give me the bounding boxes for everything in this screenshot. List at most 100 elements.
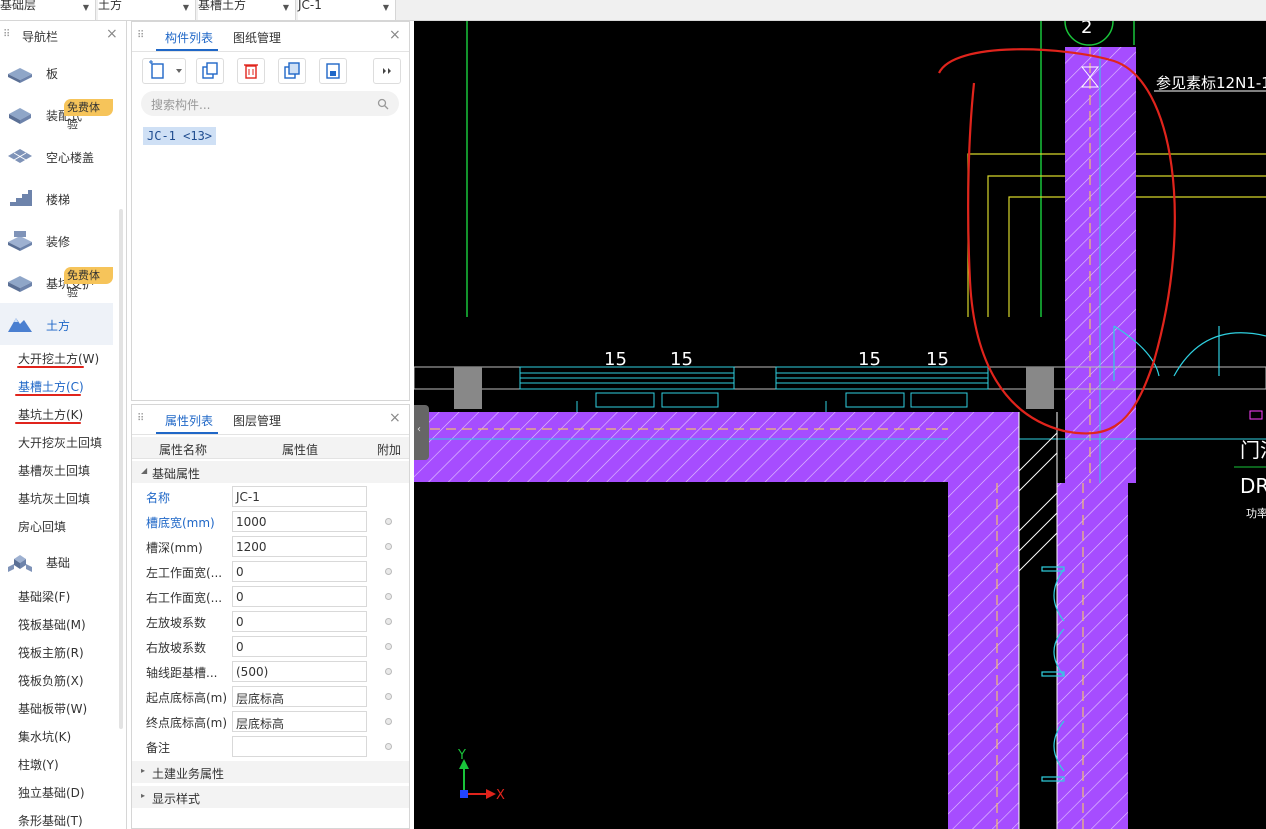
property-name: 备注	[146, 741, 171, 755]
nav-item-earthwork[interactable]: 土方	[0, 303, 113, 345]
component-item[interactable]: JC-1 <13>	[143, 127, 217, 145]
extra-checkbox[interactable]	[385, 618, 392, 625]
tab-property-list[interactable]: 属性列表	[165, 412, 213, 429]
copy-icon	[202, 62, 218, 79]
new-component-button[interactable]	[142, 58, 186, 84]
property-value-input[interactable]: JC-1	[232, 486, 367, 507]
floor-dropdown[interactable]: 基础层 ▼	[0, 0, 96, 20]
small-label: 功率	[1246, 506, 1266, 520]
property-value-input[interactable]: 0	[232, 561, 367, 582]
duplicate-layer-button[interactable]	[278, 58, 306, 84]
extra-checkbox[interactable]	[385, 593, 392, 600]
property-value-input[interactable]: 0	[232, 586, 367, 607]
trash-icon	[244, 64, 258, 79]
nav-scrollbar[interactable]	[119, 209, 123, 729]
component-dropdown[interactable]: JC-1 ▼	[298, 0, 396, 20]
sub-item-raft-foundation[interactable]: 筏板基础(M)	[18, 616, 86, 633]
property-name: 终点底标高(m)	[146, 716, 228, 730]
search-placeholder: 搜索构件...	[151, 98, 211, 112]
extra-checkbox[interactable]	[385, 693, 392, 700]
extra-checkbox[interactable]	[385, 518, 392, 525]
col-header-extra: 附加	[377, 443, 402, 457]
nav-item-decoration[interactable]: 装修	[0, 219, 113, 261]
extra-checkbox[interactable]	[385, 643, 392, 650]
drag-handle-icon[interactable]: ⠿	[3, 29, 10, 40]
extra-checkbox[interactable]	[385, 668, 392, 675]
nav-item-hollow-floor[interactable]: 空心楼盖	[0, 135, 113, 177]
prefab-icon	[9, 108, 31, 124]
extra-checkbox[interactable]	[385, 718, 392, 725]
delete-component-button[interactable]	[237, 58, 265, 84]
property-value-input[interactable]: 0	[232, 611, 367, 632]
property-name: 左放坡系数	[146, 616, 207, 630]
property-value-input[interactable]: (500)	[232, 661, 367, 682]
sub-item-open-backfill[interactable]: 大开挖灰土回填	[18, 434, 102, 451]
top-toolbar: 基础层 ▼ 土方 ▼ 基槽土方 ▼ JC-1 ▼	[0, 0, 1266, 21]
nav-item-stairs[interactable]: 楼梯	[0, 177, 113, 219]
sub-item-sump-pit[interactable]: 集水坑(K)	[18, 728, 71, 745]
nav-item-pit-support[interactable]: 基坑支护 免费体验	[0, 261, 113, 303]
property-value-input[interactable]: 层底标高	[232, 711, 367, 732]
category-dropdown[interactable]: 土方 ▼	[98, 0, 196, 20]
sub-item-trench-backfill[interactable]: 基槽灰土回填	[18, 462, 90, 479]
sub-item-pit-earthwork[interactable]: 基坑土方(K)	[18, 406, 83, 423]
extra-checkbox[interactable]	[385, 568, 392, 575]
sub-item-open-excavation[interactable]: 大开挖土方(W)	[18, 350, 99, 367]
sub-item-raft-main-rebar[interactable]: 筏板主筋(R)	[18, 644, 84, 661]
tab-component-list[interactable]: 构件列表	[165, 29, 213, 46]
sub-item-isolated-footing[interactable]: 独立基础(D)	[18, 784, 85, 801]
sub-item-pit-backfill[interactable]: 基坑灰土回填	[18, 490, 90, 507]
sub-item-strip-footing[interactable]: 条形基础(T)	[18, 812, 83, 829]
component-search-input[interactable]: 搜索构件...	[141, 91, 399, 116]
sub-item-raft-neg-rebar[interactable]: 筏板负筋(X)	[18, 672, 84, 689]
nav-item-slab[interactable]: 板	[0, 51, 113, 93]
save-template-button[interactable]	[319, 58, 347, 84]
copy-component-button[interactable]	[196, 58, 224, 84]
component-dropdown-value: JC-1	[298, 0, 322, 12]
property-value-input[interactable]: 1200	[232, 536, 367, 557]
property-value-input[interactable]: 层底标高	[232, 686, 367, 707]
property-value-input[interactable]: 1000	[232, 511, 367, 532]
category-dropdown-value: 土方	[98, 0, 123, 12]
more-tools-button[interactable]	[373, 58, 401, 84]
property-row: 备注	[132, 734, 409, 759]
sub-item-room-backfill[interactable]: 房心回填	[18, 518, 66, 535]
search-icon	[377, 98, 389, 110]
sub-item-column-pier[interactable]: 柱墩(Y)	[18, 756, 59, 773]
property-value-input[interactable]	[232, 736, 367, 757]
extra-checkbox[interactable]	[385, 543, 392, 550]
sub-item-trench-earthwork[interactable]: 基槽土方(C)	[18, 378, 84, 395]
type-dropdown[interactable]: 基槽土方 ▼	[198, 0, 296, 20]
panel-collapse-toggle[interactable]: ‹	[414, 405, 429, 460]
tab-drawing-management[interactable]: 图纸管理	[233, 29, 281, 46]
cad-drawing-canvas[interactable]: 2 参见素标12N1-1 15 15 15 15 门 DR 功率 Y X	[414, 21, 1266, 829]
expand-triangle-icon: ▸	[141, 766, 146, 775]
x-arrowhead	[486, 789, 496, 799]
property-row: 终点底标高(m) 层底标高	[132, 709, 409, 734]
group-display-style[interactable]: ▸ 显示样式	[132, 786, 409, 808]
sub-item-foundation-beam[interactable]: 基础梁(F)	[18, 588, 70, 605]
stairs-icon	[10, 190, 32, 206]
reference-note: 参见素标12N1-1	[1156, 74, 1266, 92]
property-table-header: 属性名称 属性值 附加	[132, 437, 409, 459]
group-label: 显示样式	[152, 792, 201, 806]
close-icon[interactable]: ×	[106, 26, 118, 42]
y-axis-label: Y	[457, 748, 466, 763]
tab-layer-management[interactable]: 图层管理	[233, 412, 281, 429]
extra-checkbox[interactable]	[385, 743, 392, 750]
property-value-input[interactable]: 0	[232, 636, 367, 657]
drag-handle-icon[interactable]: ⠿	[137, 30, 144, 41]
close-icon[interactable]: ×	[389, 410, 401, 426]
nav-item-prefab[interactable]: 装配式 免费体验	[0, 93, 113, 135]
close-icon[interactable]: ×	[389, 27, 401, 43]
free-trial-badge: 免费体验	[64, 99, 113, 131]
door-label: 门洞	[1240, 438, 1266, 462]
nav-item-foundation[interactable]: 基础	[0, 540, 113, 582]
group-civil-properties[interactable]: ▸ 土建业务属性	[132, 761, 409, 783]
sub-item-foundation-strip[interactable]: 基础板带(W)	[18, 700, 87, 717]
hollow-floor-icon	[8, 149, 32, 163]
dimension-label: 15	[670, 349, 693, 370]
property-row: 右工作面宽(... 0	[132, 584, 409, 609]
drag-handle-icon[interactable]: ⠿	[137, 413, 144, 424]
group-basic-properties[interactable]: ◢ 基础属性	[132, 461, 409, 483]
